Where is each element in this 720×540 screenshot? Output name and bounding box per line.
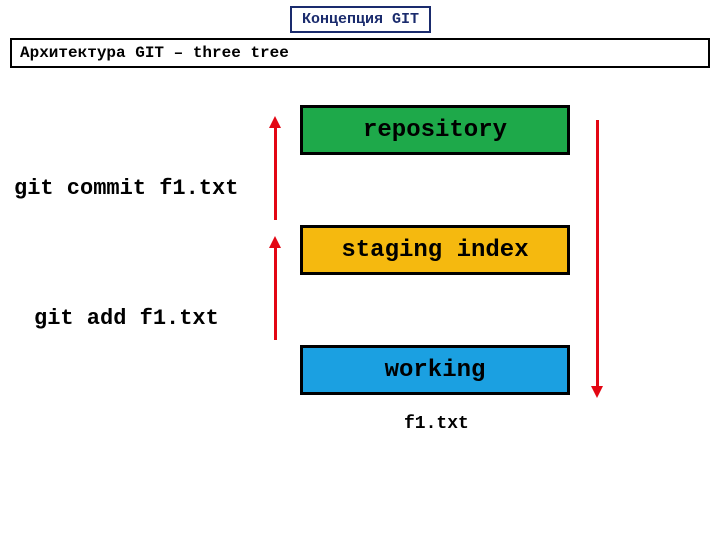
tree-working-label: working (385, 357, 486, 384)
command-add: git add f1.txt (34, 306, 219, 331)
slide-subtitle: Архитектура GIT – three tree (10, 38, 710, 68)
arrow-repo-to-working (596, 120, 599, 388)
arrow-staging-to-repo (274, 126, 277, 220)
arrow-working-to-staging (274, 246, 277, 340)
slide-title: Концепция GIT (290, 6, 431, 33)
tree-staging-label: staging index (341, 237, 528, 264)
tree-working: working (300, 345, 570, 395)
tree-repository-label: repository (363, 117, 507, 144)
tree-repository: repository (300, 105, 570, 155)
command-commit: git commit f1.txt (14, 176, 238, 201)
tree-staging: staging index (300, 225, 570, 275)
file-label: f1.txt (404, 414, 469, 434)
